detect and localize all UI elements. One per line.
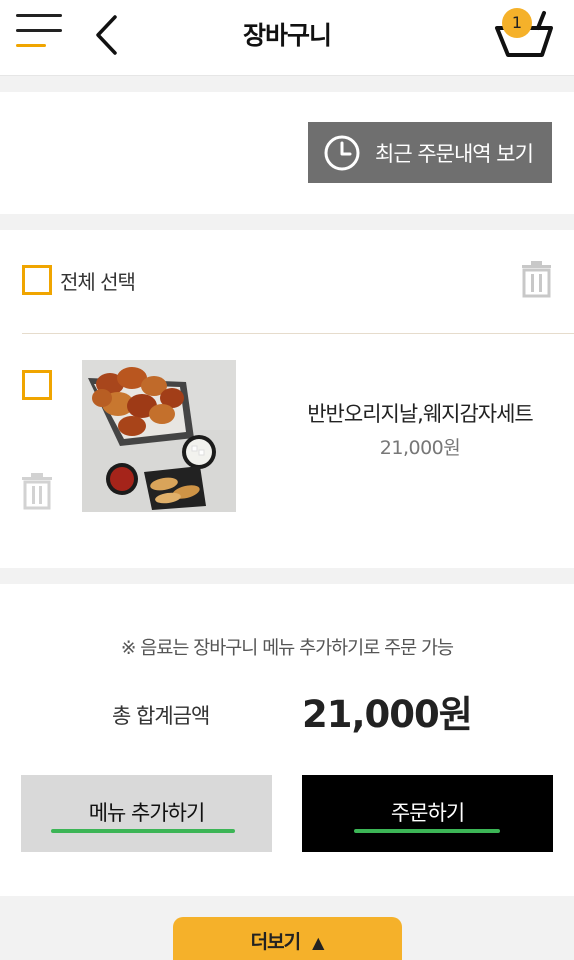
top-header: 장바구니 1 bbox=[0, 0, 574, 76]
product-image[interactable] bbox=[82, 360, 236, 512]
item-checkbox[interactable] bbox=[22, 370, 52, 400]
product-price: 21,000원 bbox=[379, 437, 461, 459]
delete-all-trash-icon[interactable] bbox=[520, 260, 553, 298]
cart-count-badge: 1 bbox=[502, 8, 532, 38]
recent-orders-label: 최근 주문내역 보기 bbox=[375, 141, 534, 166]
order-summary-section: ※ 음료는 장바구니 메뉴 추가하기로 주문 가능 총 합계금액 21,000원… bbox=[0, 584, 574, 896]
add-menu-underline bbox=[51, 829, 235, 833]
total-amount: 21,000원 bbox=[302, 693, 473, 736]
page-title: 장바구니 bbox=[242, 21, 332, 50]
add-menu-button[interactable]: 메뉴 추가하기 bbox=[21, 775, 272, 852]
order-underline bbox=[354, 829, 500, 833]
add-menu-label: 메뉴 추가하기 bbox=[88, 801, 206, 825]
triangle-up-icon: ▲ bbox=[312, 933, 325, 952]
select-all-label: 전체 선택 bbox=[60, 270, 136, 294]
more-label: 더보기 bbox=[250, 931, 301, 953]
recent-orders-section: 최근 주문내역 보기 bbox=[0, 92, 574, 214]
cart-list-section: 전체 선택 반반오리지날,웨지감자세트 21,000원 bbox=[0, 230, 574, 568]
select-all-checkbox[interactable] bbox=[22, 265, 52, 295]
order-button[interactable]: 주문하기 bbox=[302, 775, 553, 852]
more-button[interactable]: 더보기 ▲ bbox=[173, 917, 402, 960]
product-name: 반반오리지날,웨지감자세트 bbox=[307, 402, 534, 426]
order-label: 주문하기 bbox=[390, 801, 465, 825]
beverage-notice: ※ 음료는 장바구니 메뉴 추가하기로 주문 가능 bbox=[120, 638, 454, 659]
recent-orders-button[interactable]: 최근 주문내역 보기 bbox=[308, 122, 552, 183]
item-trash-icon[interactable] bbox=[21, 472, 53, 510]
divider bbox=[22, 333, 574, 334]
total-label: 총 합계금액 bbox=[112, 704, 210, 728]
clock-icon bbox=[324, 135, 360, 170]
